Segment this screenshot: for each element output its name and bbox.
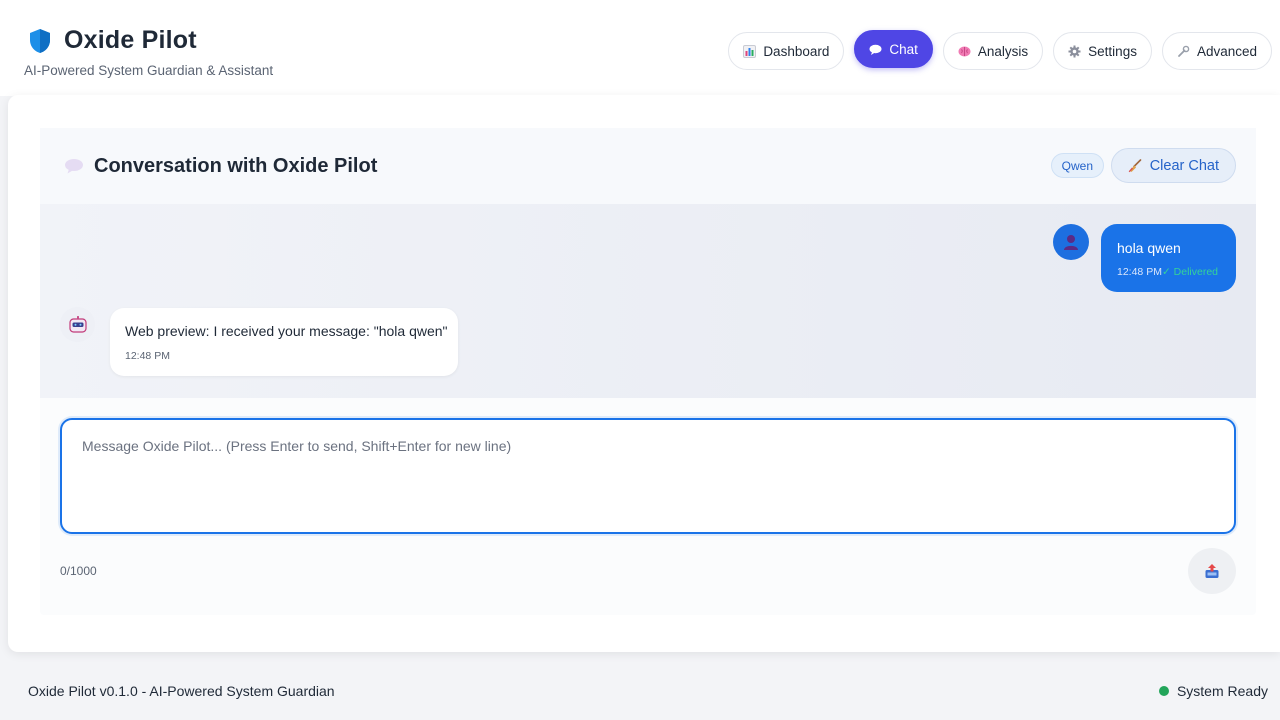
broom-icon: [1128, 158, 1141, 172]
assistant-avatar: [60, 307, 95, 342]
message-input[interactable]: [60, 418, 1236, 534]
app-title: Oxide Pilot: [64, 26, 197, 54]
gear-icon: [1068, 45, 1081, 57]
main-card: Conversation with Oxide Pilot Qwen Clear…: [8, 95, 1280, 652]
assistant-message: Web preview: I received your message: "h…: [110, 308, 458, 376]
delivery-status: ✓ Delivered: [1161, 266, 1219, 278]
chat-title: Conversation with Oxide Pilot: [94, 154, 378, 177]
status-text: System Ready: [1176, 683, 1268, 699]
nav-label: Advanced: [1196, 43, 1257, 59]
nav-label: Dashboard: [763, 43, 830, 59]
char-count: 0/1000: [60, 564, 97, 578]
message-time: 12:48 PM: [1117, 266, 1162, 278]
message-list: hola qwen 12:48 PM✓ Delivered Web previe…: [40, 204, 1256, 398]
nav-analysis-button[interactable]: Analysis: [942, 32, 1044, 70]
speech-bubble-icon: [65, 159, 83, 174]
main-nav: Dashboard Chat Analysis Settings Advance…: [728, 30, 1272, 70]
nav-settings-button[interactable]: Settings: [1053, 32, 1152, 70]
nav-label: Settings: [1088, 43, 1137, 59]
app-header: Oxide Pilot AI-Powered System Guardian &…: [0, 0, 1280, 96]
system-status: System Ready: [1158, 683, 1268, 699]
user-message: hola qwen 12:48 PM✓ Delivered: [1101, 224, 1236, 292]
shield-icon: [30, 28, 50, 53]
nav-advanced-button[interactable]: Advanced: [1161, 32, 1272, 70]
wrench-icon: [1178, 45, 1190, 57]
footer: Oxide Pilot v0.1.0 - AI-Powered System G…: [0, 670, 1280, 720]
clear-chat-label: Clear Chat: [1149, 157, 1219, 174]
chat-header: Conversation with Oxide Pilot Qwen Clear…: [40, 128, 1256, 204]
user-icon: [1064, 235, 1078, 250]
chat-panel: Conversation with Oxide Pilot Qwen Clear…: [40, 128, 1256, 615]
nav-label: Analysis: [977, 43, 1029, 59]
user-avatar: [1053, 224, 1089, 260]
brain-icon: [958, 46, 971, 56]
nav-label: Chat: [889, 41, 918, 57]
send-button[interactable]: [1188, 548, 1236, 594]
bar-chart-icon: [743, 44, 757, 58]
app-subtitle: AI-Powered System Guardian & Assistant: [24, 63, 274, 78]
version-text: Oxide Pilot v0.1.0 - AI-Powered System G…: [28, 683, 335, 699]
brand: Oxide Pilot: [28, 26, 197, 55]
message-text: Web preview: I received your message: "h…: [125, 323, 448, 339]
speech-bubble-icon: [869, 44, 882, 55]
model-badge: Qwen: [1050, 153, 1104, 178]
status-dot-icon: [1158, 686, 1169, 696]
clear-chat-button[interactable]: Clear Chat: [1110, 148, 1236, 183]
robot-icon: [68, 315, 87, 333]
message-text: hola qwen: [1117, 240, 1181, 256]
outbox-tray-icon: [1205, 564, 1219, 578]
nav-chat-button[interactable]: Chat: [854, 30, 933, 68]
nav-dashboard-button[interactable]: Dashboard: [728, 32, 845, 70]
message-meta: 12:48 PM✓ Delivered: [1117, 266, 1236, 278]
message-time: 12:48 PM: [125, 350, 170, 362]
